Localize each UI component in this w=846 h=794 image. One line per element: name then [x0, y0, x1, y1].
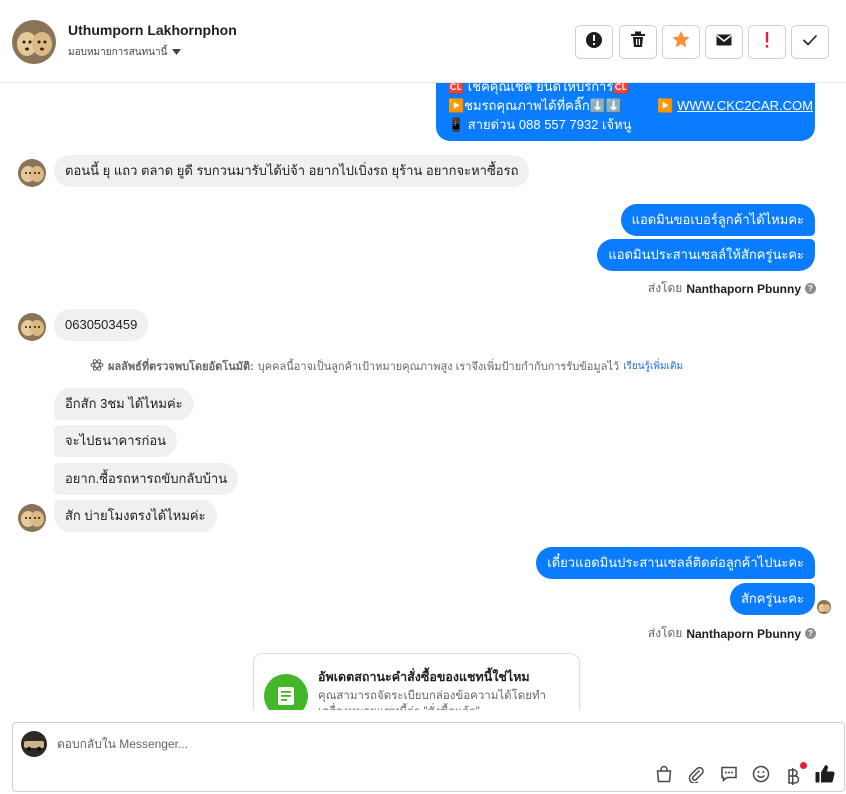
emoji-button[interactable] — [750, 765, 772, 787]
exclamation-circle-icon — [585, 31, 603, 54]
message-line: ▶️ชมรถคุณภาพได้ที่คลิ๊ก⬇️⬇️ ▶️ WWW.CKC2C… — [448, 98, 813, 113]
check-icon — [802, 33, 818, 51]
learn-more-link[interactable]: เรียนรู้เพิ่มเติม — [623, 359, 683, 374]
payment-button[interactable] — [782, 762, 807, 787]
emoji-icon — [752, 765, 770, 788]
attach-button[interactable] — [685, 765, 707, 787]
message-line: 🆑 เช็คคุณเช็ค ยินดีให้บริการ🆑 — [448, 83, 630, 94]
help-icon[interactable]: ? — [805, 283, 816, 294]
message-line: 📱 สายด่วน 088 557 7932 เจ้หนู — [448, 117, 632, 132]
mark-unread-button[interactable] — [705, 25, 743, 59]
atom-icon — [90, 358, 104, 375]
shop-button[interactable] — [653, 765, 675, 787]
contact-name: Uthumporn Lakhornphon — [68, 22, 237, 38]
card-title: อัพเดตสถานะคำสั่งซื้อของแชทนี้ใช่ไหม — [318, 670, 530, 684]
outgoing-message[interactable]: เดี๋ยวแอดมินประสานเซลล์ติดต่อลูกค้าไปนะค… — [536, 547, 815, 579]
shopping-bag-icon — [655, 765, 673, 788]
star-icon — [672, 31, 690, 53]
conversation-header: Uthumporn Lakhornphon มอบหมายการสนทนานี้ — [0, 0, 846, 83]
assign-label: มอบหมายการสนทนานี้ — [68, 47, 168, 58]
delete-button[interactable] — [619, 25, 657, 59]
incoming-message[interactable]: ตอนนี้ ยุ แถว ตลาด ยูดี รบกวนมารับได้บ่จ… — [54, 155, 530, 187]
outgoing-message[interactable]: แอดมินประสานเซลล์ให้สักครู่นะคะ — [597, 239, 815, 271]
baht-icon — [784, 762, 807, 785]
incoming-message[interactable]: สัก บ่ายโมงตรงได้ไหมค่ะ — [54, 500, 217, 532]
message-composer — [12, 722, 845, 792]
outgoing-message[interactable]: แอดมินขอเบอร์ลูกค้าได้ไหมคะ — [620, 204, 815, 236]
sender-name[interactable]: Nanthaporn Pbunny — [686, 627, 801, 641]
notification-dot — [800, 762, 807, 769]
card-description: คุณสามารถจัดระเบียบกล่องข้อความได้โดยทำเ… — [318, 690, 547, 710]
website-link[interactable]: WWW.CKC2CAR.COM — [677, 98, 813, 113]
automated-detection-note: ผลลัพธ์ที่ตรวจพบโดยอัตโนมัติ: บุคคลนี้อา… — [90, 357, 683, 375]
contact-avatar[interactable] — [12, 20, 56, 64]
order-status-card[interactable]: อัพเดตสถานะคำสั่งซื้อของแชทนี้ใช่ไหม คุณ… — [253, 653, 580, 710]
caret-down-icon — [172, 47, 182, 58]
outgoing-message[interactable]: สักครู่นะคะ — [729, 583, 815, 615]
play-icon: ▶️ — [657, 98, 674, 113]
mark-spam-button[interactable] — [575, 25, 613, 59]
chat-icon — [720, 765, 738, 788]
sent-by-label: ส่งโดย Nanthaporn Pbunny ? — [648, 279, 816, 298]
help-icon[interactable]: ? — [805, 628, 816, 639]
sender-avatar[interactable] — [18, 159, 46, 187]
sender-avatar[interactable] — [18, 504, 46, 532]
incoming-message[interactable]: อีกสัก 3ชม ได้ไหมค่ะ — [54, 388, 194, 420]
flag-important-button[interactable] — [748, 25, 786, 59]
reply-input[interactable] — [57, 733, 757, 755]
incoming-message[interactable]: 0630503459 — [54, 309, 149, 341]
seen-receipt-avatar — [817, 600, 831, 614]
saved-replies-button[interactable] — [718, 765, 740, 787]
thumbs-up-icon — [815, 764, 835, 788]
incoming-message[interactable]: อยาก.ซื้อรถหารถขับกลับบ้าน — [54, 463, 239, 495]
page-avatar — [21, 731, 47, 757]
envelope-icon — [716, 33, 732, 51]
mark-done-button[interactable] — [791, 25, 829, 59]
trash-icon — [630, 31, 646, 53]
incoming-message[interactable]: จะไปธนาคารก่อน — [54, 425, 178, 457]
outgoing-message: 🆑 เช็คคุณเช็ค ยินดีให้บริการ🆑 ▶️ชมรถคุณภ… — [436, 83, 815, 141]
receipt-icon — [264, 674, 308, 710]
sender-name[interactable]: Nanthaporn Pbunny — [686, 282, 801, 296]
exclamation-icon — [765, 31, 769, 53]
assign-conversation-dropdown[interactable]: มอบหมายการสนทนานี้ — [68, 45, 182, 60]
star-button[interactable] — [662, 25, 700, 59]
paperclip-icon — [687, 765, 705, 788]
sent-by-label: ส่งโดย Nanthaporn Pbunny ? — [648, 624, 816, 643]
message-thread[interactable]: 🆑 เช็คคุณเช็ค ยินดีให้บริการ🆑 ▶️ชมรถคุณภ… — [0, 83, 846, 710]
sender-avatar[interactable] — [18, 313, 46, 341]
send-like-button[interactable] — [814, 765, 836, 787]
